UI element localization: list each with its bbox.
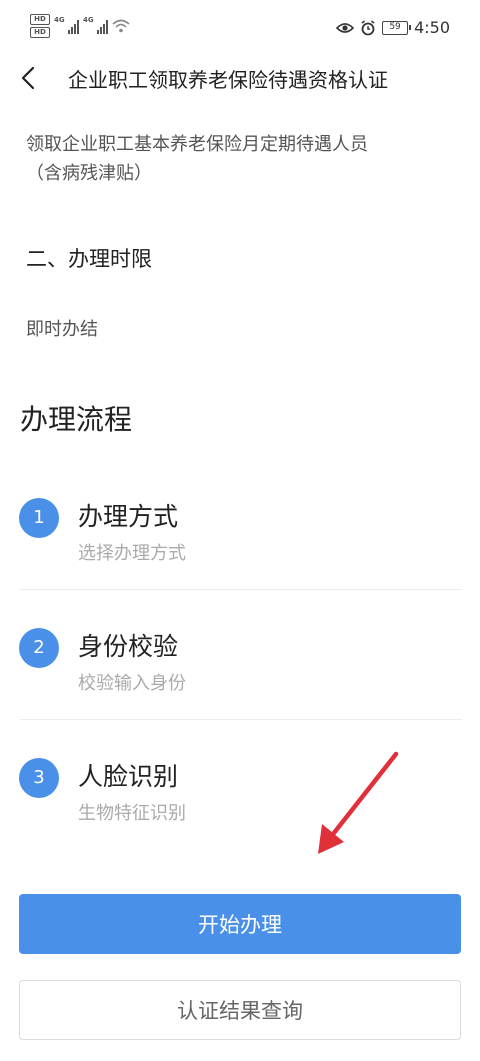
step-number-badge: 1: [19, 498, 59, 538]
step-desc: 生物特征识别: [78, 803, 186, 824]
process-title: 办理流程: [20, 403, 133, 436]
step-title: 身份校验: [78, 632, 179, 661]
hd-indicators: HD HD: [30, 14, 50, 38]
step-number-badge: 2: [19, 628, 59, 668]
alarm-icon: [361, 19, 375, 35]
start-button[interactable]: 开始办理: [19, 894, 461, 954]
step-item: 1 办理方式 选择办理方式: [0, 480, 480, 600]
step-desc: 校验输入身份: [78, 673, 186, 694]
time-limit-value: 即时办结: [26, 319, 98, 340]
nav-bar: 企业职工领取养老保险待遇资格认证: [0, 56, 480, 100]
divider: [20, 719, 462, 720]
step-desc: 选择办理方式: [78, 543, 186, 564]
clock: 4:50: [414, 18, 450, 37]
network-type-1: 4G: [54, 16, 65, 24]
page-title: 企业职工领取养老保险待遇资格认证: [68, 68, 388, 92]
intro-text-line-1: 领取企业职工基本养老保险月定期待遇人员: [26, 134, 368, 155]
back-button[interactable]: [12, 60, 44, 96]
step-title: 人脸识别: [78, 762, 179, 791]
wifi-icon: [112, 19, 130, 33]
divider: [20, 589, 462, 590]
intro-text-line-2: （含病残津贴）: [26, 163, 152, 184]
network-type-2: 4G: [83, 16, 94, 24]
hd-badge-2: HD: [30, 27, 50, 38]
chevron-left-icon: [21, 66, 35, 90]
status-bar: HD HD 4G 4G 59 4:50: [0, 0, 480, 56]
battery-icon: 59: [382, 20, 412, 35]
time-limit-heading: 二、办理时限: [26, 247, 152, 271]
status-left: HD HD 4G 4G: [30, 14, 130, 38]
step-item: 2 身份校验 校验输入身份: [0, 610, 480, 730]
signal-icon-2: 4G: [83, 16, 108, 34]
annotation-arrow-icon: [318, 751, 399, 854]
query-result-button[interactable]: 认证结果查询: [19, 980, 461, 1040]
signal-icon: 4G: [54, 16, 79, 34]
eye-icon: [336, 22, 355, 33]
step-title: 办理方式: [78, 502, 179, 531]
step-number-badge: 3: [19, 758, 59, 798]
hd-badge-1: HD: [30, 14, 50, 25]
status-right: 59 4:50: [336, 18, 450, 37]
